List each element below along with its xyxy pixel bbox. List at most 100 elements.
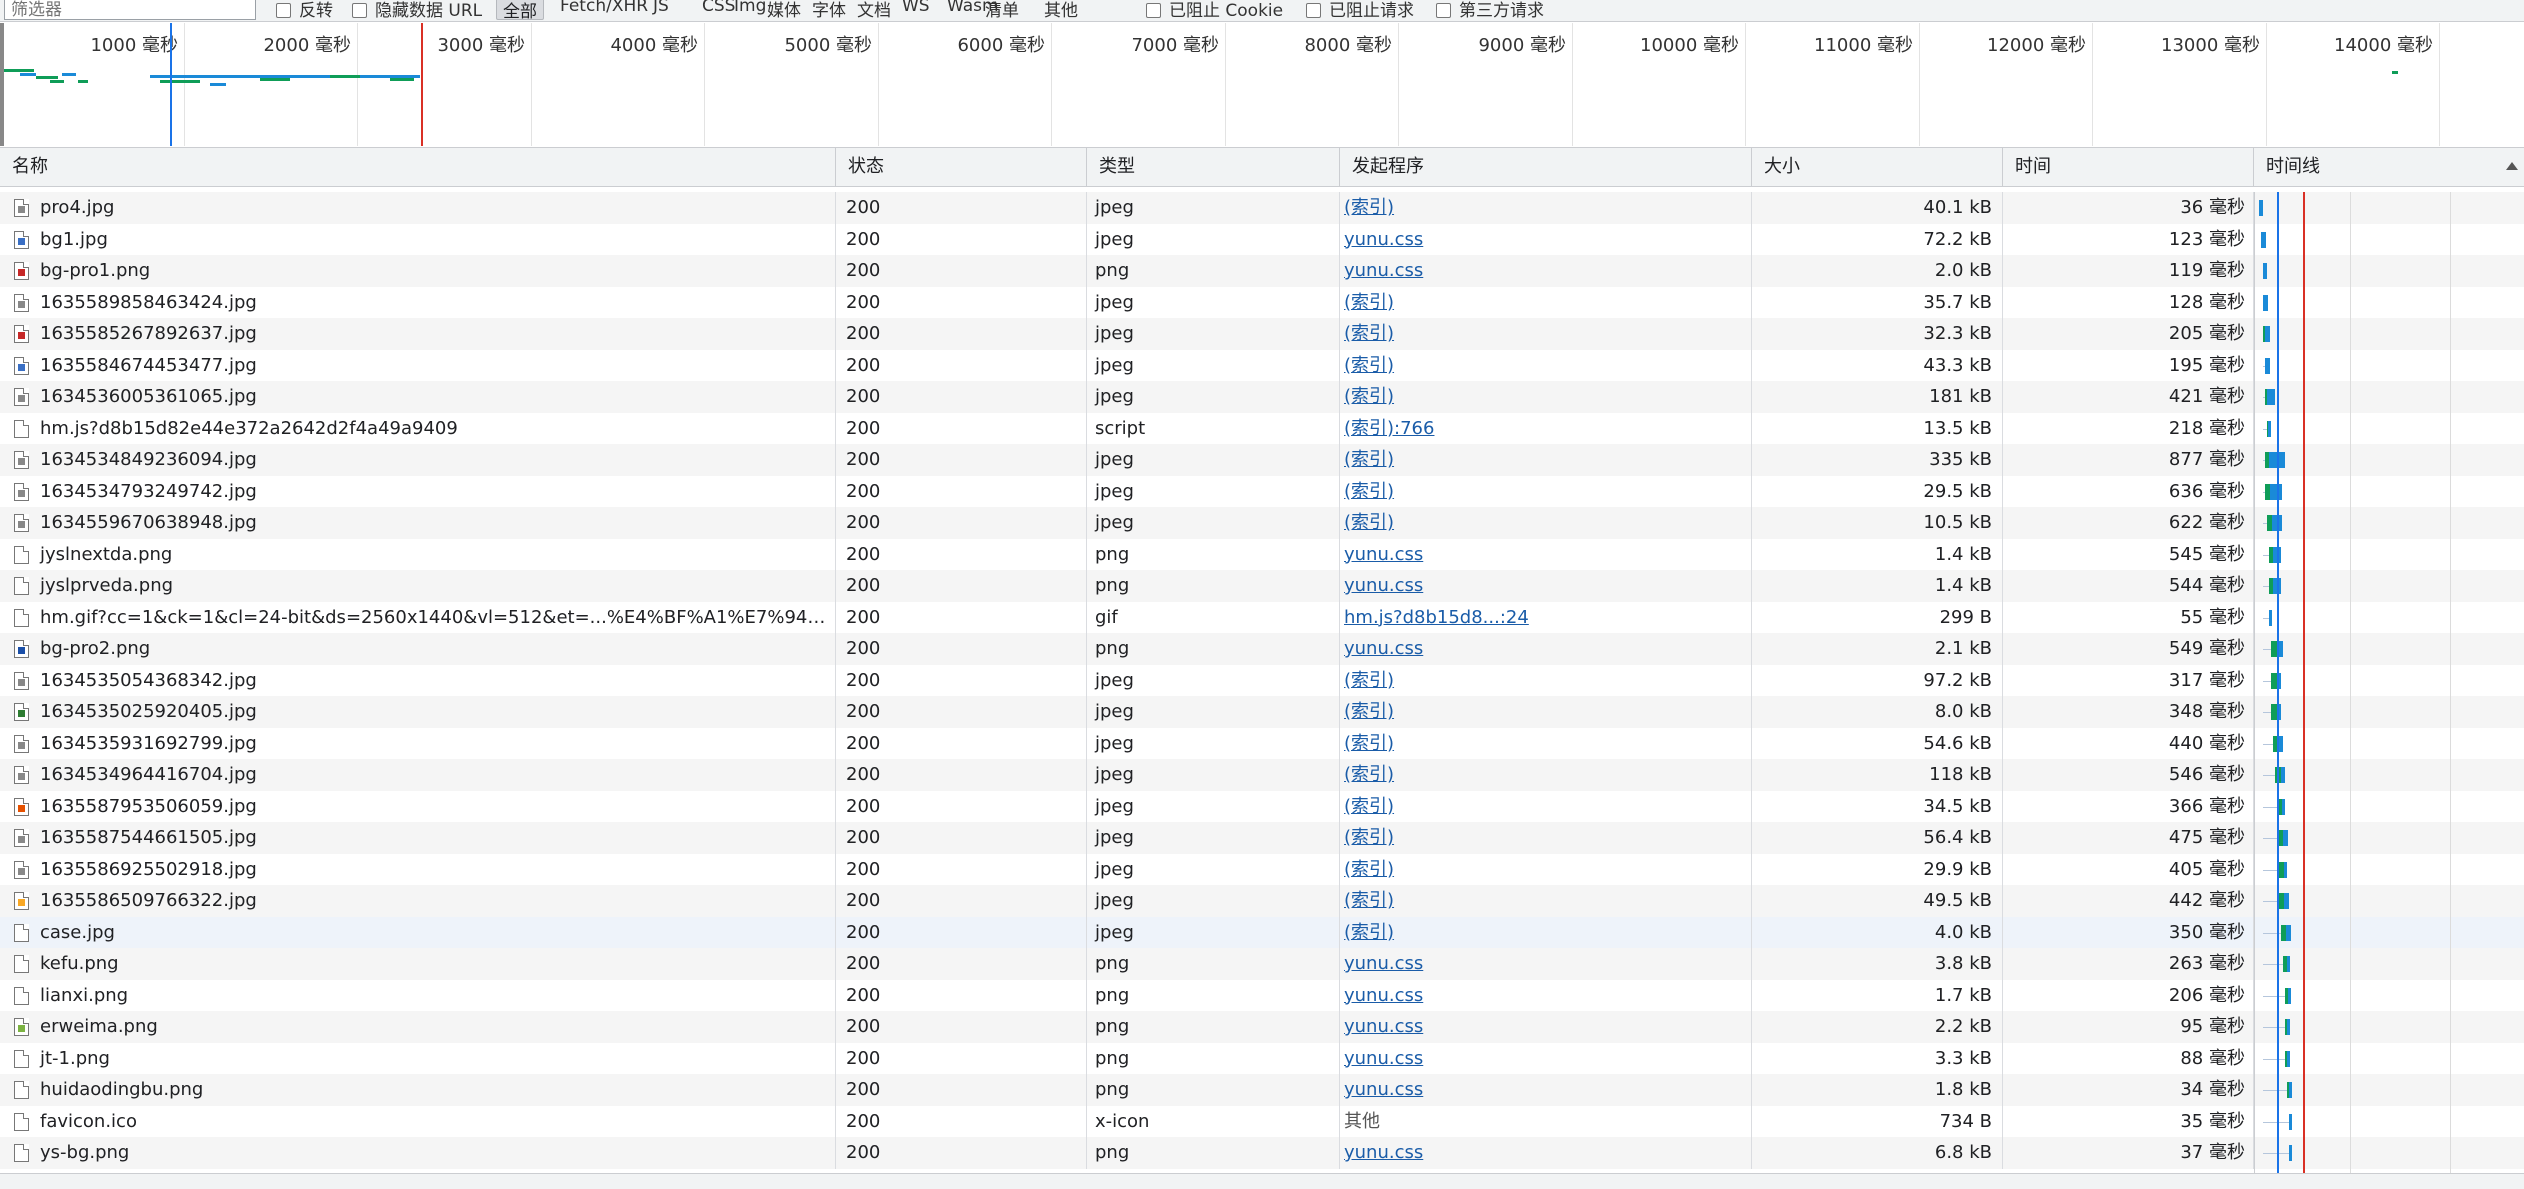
request-row[interactable]: jyslprveda.png 200 png yunu.css 1.4 kB 544 毫秒 xyxy=(0,570,2254,602)
request-name-cell[interactable]: bg1.jpg xyxy=(0,223,836,255)
request-name-cell[interactable]: case.jpg xyxy=(0,916,836,948)
waterfall-row[interactable] xyxy=(2255,759,2524,791)
request-name-cell[interactable]: bg-pro2.png xyxy=(0,633,836,665)
column-header-size[interactable]: 大小 xyxy=(1752,148,2003,186)
waterfall-row[interactable] xyxy=(2255,412,2524,444)
request-name-cell[interactable]: 1634535025920405.jpg xyxy=(0,696,836,728)
request-row[interactable]: hm.gif?cc=1&ck=1&cl=24-bit&ds=2560x1440&… xyxy=(0,601,2254,633)
request-name-cell[interactable]: huidaodingbu.png xyxy=(0,1074,836,1106)
request-name-cell[interactable]: lianxi.png xyxy=(0,979,836,1011)
request-row[interactable]: 1634559670638948.jpg 200 jpeg (索引) 10.5 kB 62… xyxy=(0,507,2254,539)
request-row[interactable]: 1635587953506059.jpg 200 jpeg (索引) 34.5 kB 36… xyxy=(0,790,2254,822)
request-row[interactable]: bg1.jpg 200 jpeg yunu.css 72.2 kB 123 毫秒 xyxy=(0,223,2254,255)
waterfall-row[interactable] xyxy=(2255,286,2524,318)
initiator-link[interactable]: (索引) xyxy=(1344,292,1394,313)
initiator-link[interactable]: (索引):766 xyxy=(1344,418,1434,439)
request-name-cell[interactable]: kefu.png xyxy=(0,948,836,980)
request-row[interactable]: favicon.ico 200 x-icon 其他 734 B 35 毫秒 xyxy=(0,1105,2254,1137)
waterfall-row[interactable] xyxy=(2255,223,2524,255)
waterfall-row[interactable] xyxy=(2255,444,2524,476)
type-filter-6[interactable]: 文档 xyxy=(857,0,891,21)
request-name-cell[interactable]: 1634559670638948.jpg xyxy=(0,507,836,539)
initiator-link[interactable]: yunu.css xyxy=(1344,229,1423,250)
invert-checkbox[interactable]: 反转 xyxy=(276,0,333,21)
third-party-checkbox[interactable]: 第三方请求 xyxy=(1436,0,1544,21)
request-name-cell[interactable]: 1635586509766322.jpg xyxy=(0,885,836,917)
waterfall-row[interactable] xyxy=(2255,885,2524,917)
request-row[interactable]: 1634534964416704.jpg 200 jpeg (索引) 118 kB 546… xyxy=(0,759,2254,791)
waterfall-row[interactable] xyxy=(2255,696,2524,728)
request-name-cell[interactable]: 1634536005361065.jpg xyxy=(0,381,836,413)
initiator-link[interactable]: yunu.css xyxy=(1344,575,1423,596)
initiator-link[interactable]: (索引) xyxy=(1344,796,1394,817)
waterfall-row[interactable] xyxy=(2255,1011,2524,1043)
initiator-link[interactable]: (索引) xyxy=(1344,670,1394,691)
request-name-cell[interactable]: hm.gif?cc=1&ck=1&cl=24-bit&ds=2560x1440&… xyxy=(0,601,836,633)
hide-data-urls-checkbox[interactable]: 隐藏数据 URL xyxy=(352,0,482,21)
request-name-cell[interactable]: jt-1.png xyxy=(0,1042,836,1074)
request-row[interactable]: jyslnextda.png 200 png yunu.css 1.4 kB 545 毫秒 xyxy=(0,538,2254,570)
request-name-cell[interactable]: 1635587953506059.jpg xyxy=(0,790,836,822)
initiator-link[interactable]: yunu.css xyxy=(1344,1016,1423,1037)
waterfall-row[interactable] xyxy=(2255,979,2524,1011)
request-row[interactable]: jt-1.png 200 png yunu.css 3.3 kB 88 毫秒 xyxy=(0,1042,2254,1074)
blocked-cookies-checkbox[interactable]: 已阻止 Cookie xyxy=(1146,0,1283,21)
waterfall-row[interactable] xyxy=(2255,1105,2524,1137)
third-party-checkbox-box[interactable] xyxy=(1436,3,1451,18)
waterfall-row[interactable] xyxy=(2255,601,2524,633)
waterfall-row[interactable] xyxy=(2255,633,2524,665)
initiator-link[interactable]: (索引) xyxy=(1344,449,1394,470)
type-filter-0[interactable]: Fetch/XHR xyxy=(560,0,648,16)
request-name-cell[interactable]: 1634534964416704.jpg xyxy=(0,759,836,791)
initiator-link[interactable]: yunu.css xyxy=(1344,1048,1423,1069)
initiator-link[interactable]: (索引) xyxy=(1344,386,1394,407)
request-row[interactable]: erweima.png 200 png yunu.css 2.2 kB 95 毫秒 xyxy=(0,1011,2254,1043)
request-row[interactable]: bg-pro1.png 200 png yunu.css 2.0 kB 119 毫秒 xyxy=(0,255,2254,287)
hide-data-urls-checkbox-box[interactable] xyxy=(352,3,367,18)
waterfall-row[interactable] xyxy=(2255,664,2524,696)
request-name-cell[interactable]: ys-bg.png xyxy=(0,1137,836,1169)
initiator-link[interactable]: hm.js?d8b15d8...:24 xyxy=(1344,607,1529,628)
filter-input[interactable] xyxy=(4,0,256,20)
request-row[interactable]: pro4.jpg 200 jpeg (索引) 40.1 kB 36 毫秒 xyxy=(0,192,2254,224)
waterfall-row[interactable] xyxy=(2255,381,2524,413)
request-name-cell[interactable]: jyslprveda.png xyxy=(0,570,836,602)
blocked-requests-checkbox[interactable]: 已阻止请求 xyxy=(1306,0,1414,21)
request-name-cell[interactable]: bg-pro1.png xyxy=(0,255,836,287)
initiator-link[interactable]: (索引) xyxy=(1344,733,1394,754)
initiator-link[interactable]: (索引) xyxy=(1344,701,1394,722)
column-header-name[interactable]: 名称 xyxy=(0,148,836,186)
request-row[interactable]: 1635589858463424.jpg 200 jpeg (索引) 35.7 kB 12… xyxy=(0,286,2254,318)
waterfall-row[interactable] xyxy=(2255,1042,2524,1074)
waterfall-row[interactable] xyxy=(2255,255,2524,287)
request-row[interactable]: 1634534793249742.jpg 200 jpeg (索引) 29.5 kB 63… xyxy=(0,475,2254,507)
type-filter-1[interactable]: JS xyxy=(653,0,669,16)
request-name-cell[interactable]: 1635584674453477.jpg xyxy=(0,349,836,381)
waterfall-row[interactable] xyxy=(2255,475,2524,507)
request-row[interactable]: bg-pro2.png 200 png yunu.css 2.1 kB 549 毫秒 xyxy=(0,633,2254,665)
request-row[interactable]: case.jpg 200 jpeg (索引) 4.0 kB 350 毫秒 xyxy=(0,916,2254,948)
waterfall-row[interactable] xyxy=(2255,1137,2524,1169)
waterfall-row[interactable] xyxy=(2255,507,2524,539)
waterfall-row[interactable] xyxy=(2255,318,2524,350)
request-row[interactable]: 1635586925502918.jpg 200 jpeg (索引) 29.9 kB 40… xyxy=(0,853,2254,885)
request-name-cell[interactable]: 1634535931692799.jpg xyxy=(0,727,836,759)
initiator-link[interactable]: (索引) xyxy=(1344,197,1394,218)
type-filter-7[interactable]: WS xyxy=(902,0,930,16)
column-header-status[interactable]: 状态 xyxy=(836,148,1087,186)
initiator-link[interactable]: (索引) xyxy=(1344,355,1394,376)
column-header-type[interactable]: 类型 xyxy=(1087,148,1340,186)
request-row[interactable]: 1635584674453477.jpg 200 jpeg (索引) 43.3 kB 19… xyxy=(0,349,2254,381)
request-name-cell[interactable]: erweima.png xyxy=(0,1011,836,1043)
initiator-link[interactable]: yunu.css xyxy=(1344,953,1423,974)
request-row[interactable]: 1634535931692799.jpg 200 jpeg (索引) 54.6 kB 44… xyxy=(0,727,2254,759)
initiator-link[interactable]: (索引) xyxy=(1344,859,1394,880)
request-name-cell[interactable]: 1635586925502918.jpg xyxy=(0,853,836,885)
waterfall-row[interactable] xyxy=(2255,349,2524,381)
initiator-link[interactable]: yunu.css xyxy=(1344,985,1423,1006)
initiator-link[interactable]: (索引) xyxy=(1344,323,1394,344)
initiator-link[interactable]: yunu.css xyxy=(1344,260,1423,281)
overview-left-handle[interactable] xyxy=(0,23,4,146)
request-row[interactable]: lianxi.png 200 png yunu.css 1.7 kB 206 毫秒 xyxy=(0,979,2254,1011)
waterfall-row[interactable] xyxy=(2255,192,2524,224)
